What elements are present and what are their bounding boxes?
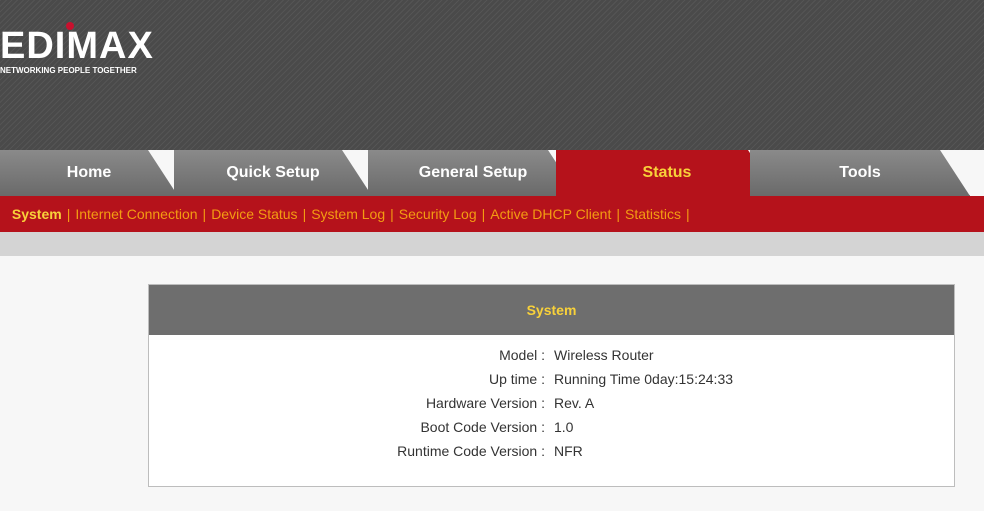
logo-text: EDIMAX [0, 25, 154, 67]
info-value: Running Time 0day:15:24:33 [554, 371, 734, 387]
info-row-runtime-code-version: Runtime Code Version : NFR [149, 439, 954, 463]
info-row-hardware-version: Hardware Version : Rev. A [149, 391, 954, 415]
logo-tagline: NETWORKING PEOPLE TOGETHER [0, 66, 137, 75]
header-banner: EDIMAX NETWORKING PEOPLE TOGETHER [0, 0, 984, 150]
info-row-uptime: Up time : Running Time 0day:15:24:33 [149, 367, 954, 391]
panel-title: System [149, 285, 954, 335]
subnav-separator: | [616, 206, 621, 222]
info-row-model: Model : Wireless Router [149, 343, 954, 367]
info-label: Runtime Code Version : [397, 443, 545, 459]
subnav-security-log[interactable]: Security Log [399, 206, 477, 222]
main-tabs: Home Quick Setup General Setup Status To… [0, 150, 984, 196]
logo-dot-icon [66, 22, 74, 30]
tab-label: Home [66, 164, 112, 181]
content-divider-bar [0, 232, 984, 256]
subnav-separator: | [686, 206, 690, 222]
info-row-boot-code-version: Boot Code Version : 1.0 [149, 415, 954, 439]
subnav-separator: | [481, 206, 486, 222]
edimax-logo[interactable]: EDIMAX NETWORKING PEOPLE TOGETHER [0, 22, 154, 75]
subnav-separator: | [302, 206, 307, 222]
subnav-separator: | [202, 206, 207, 222]
info-label: Boot Code Version : [420, 419, 545, 435]
subnav-separator: | [66, 206, 71, 222]
info-label: Up time : [488, 371, 545, 387]
tab-label: General Setup [418, 164, 528, 181]
tab-home[interactable]: Home [0, 150, 178, 196]
info-label: Model : [499, 347, 545, 363]
info-value: NFR [554, 443, 583, 459]
info-value: 1.0 [554, 419, 574, 435]
tab-quick-setup[interactable]: Quick Setup [174, 150, 372, 196]
subnav-statistics[interactable]: Statistics [625, 206, 681, 222]
subnav-separator: | [390, 206, 394, 222]
info-value: Rev. A [554, 395, 595, 411]
info-value: Wireless Router [554, 347, 654, 363]
status-subnav: System | Internet Connection | Device Status… [0, 196, 984, 232]
tab-label: Tools [839, 164, 881, 181]
info-label: Hardware Version : [425, 395, 545, 411]
subnav-system[interactable]: System [12, 206, 62, 222]
subnav-active-dhcp-client[interactable]: Active DHCP Client [490, 206, 611, 222]
tab-tools[interactable]: Tools [750, 150, 970, 196]
tab-label: Quick Setup [226, 164, 320, 181]
system-info-panel: System Model : Wireless Router Up time :… [148, 284, 955, 487]
subnav-system-log[interactable]: System Log [311, 206, 385, 222]
tab-status[interactable]: Status [556, 150, 778, 196]
tab-label: Status [642, 164, 692, 181]
system-info-list: Model : Wireless Router Up time : Runnin… [149, 335, 954, 463]
subnav-internet-connection[interactable]: Internet Connection [75, 206, 197, 222]
tab-general-setup[interactable]: General Setup [368, 150, 578, 196]
subnav-device-status[interactable]: Device Status [211, 206, 297, 222]
